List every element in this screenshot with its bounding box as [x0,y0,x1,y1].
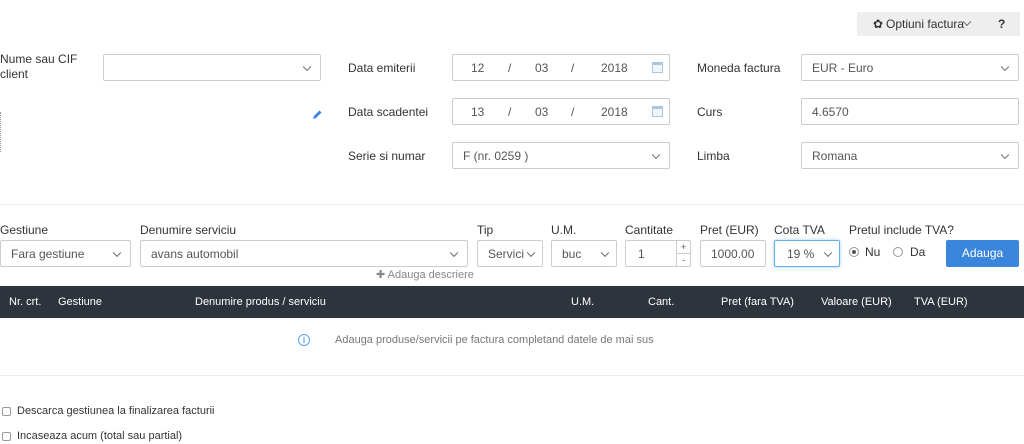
um-label: U.M. [551,223,577,237]
client-select[interactable] [103,54,321,81]
chevron-down-icon [302,62,312,71]
issue-date-input[interactable]: 12 / 03 / 2018 [452,54,670,81]
vat-included-label: Pretul include TVA? [849,223,954,237]
issue-month: 03 [535,60,549,75]
series-label: Serie si numar [348,149,426,163]
language-value: Romana [812,148,858,163]
unload-stock-label: Descarca gestiunea la finalizarea factur… [17,405,215,417]
language-label: Limba [697,149,730,163]
service-value: avans automobil [151,246,239,261]
col-vat: TVA (EUR) [914,296,968,308]
date-separator: / [508,104,512,119]
type-label: Tip [477,223,494,237]
collect-now-checkbox[interactable] [2,432,11,441]
col-price: Pret (fara TVA) [721,296,794,308]
rate-input[interactable]: 4.6570 [801,98,1019,125]
chevron-down-icon [112,248,122,257]
col-um: U.M. [571,296,595,308]
radio-dot [852,250,856,254]
price-input[interactable]: 1000.00 [700,240,766,267]
add-description-link[interactable]: ✚ Adauga descriere [376,268,474,281]
type-value: Servicii [488,246,524,261]
due-year: 2018 [601,104,628,119]
due-month: 03 [535,104,549,119]
unload-stock-checkbox[interactable] [2,407,11,416]
series-value: F (nr. 0259 ) [463,148,529,163]
stock-select[interactable]: Fara gestiune [0,240,131,267]
due-date-label: Data scadentei [348,105,429,119]
rate-label: Curs [697,105,723,119]
quantity-increment-button[interactable]: + [676,241,690,254]
col-nr: Nr. crt. [9,296,42,308]
stock-value: Fara gestiune [11,246,85,261]
date-separator: / [508,60,512,75]
service-select[interactable]: avans automobil [140,240,468,267]
date-separator: / [571,60,575,75]
vat-included-no-radio[interactable] [849,247,859,257]
price-label: Pret (EUR) [700,223,759,237]
vat-included-yes-label: Da [910,245,926,259]
stock-label: Gestiune [0,223,49,237]
chevron-down-icon [1000,150,1010,159]
question-icon: ? [998,17,1006,31]
add-line-label: Adauga [961,246,1004,260]
client-details-dots [0,112,3,152]
chevron-down-icon [449,248,459,257]
date-separator: / [571,104,575,119]
vat-included-no-label: Nu [865,245,881,259]
info-icon: i [298,334,310,346]
calendar-icon[interactable] [652,106,663,117]
type-select[interactable]: Servicii [477,240,543,267]
um-value: buc [562,246,582,261]
col-name: Denumire produs / serviciu [195,296,326,308]
vat-value: 19 % [787,246,815,261]
gear-icon: ✿ [873,17,884,31]
calendar-icon[interactable] [652,62,663,73]
section-divider [0,204,1024,205]
issue-date-label: Data emiterii [348,61,416,75]
edit-client-icon[interactable] [311,109,323,121]
help-button[interactable]: ? [983,12,1020,36]
service-label: Denumire serviciu [140,223,237,237]
currency-value: EUR - Euro [812,60,874,75]
add-description-label: Adauga descriere [387,269,474,281]
vat-included-yes-radio[interactable] [893,247,903,257]
chevron-down-icon [526,248,536,257]
quantity-stepper[interactable]: 1 + - [625,240,691,267]
issue-year: 2018 [601,60,628,75]
section-divider [0,375,1024,376]
add-line-button[interactable]: Adauga [946,240,1019,267]
price-value: 1000.00 [711,246,755,261]
quantity-label: Cantitate [625,223,674,237]
chevron-down-icon [1000,62,1010,71]
col-stock: Gestiune [58,296,103,308]
vat-select[interactable]: 19 % [774,240,840,267]
currency-label: Moneda factura [697,61,781,75]
language-select[interactable]: Romana [801,142,1019,169]
col-value: Valoare (EUR) [821,296,892,308]
vat-label: Cota TVA [774,223,825,237]
currency-select[interactable]: EUR - Euro [801,54,1019,81]
series-select[interactable]: F (nr. 0259 ) [452,142,670,169]
due-date-input[interactable]: 13 / 03 / 2018 [452,98,670,125]
plus-icon: ✚ [376,269,386,281]
chevron-down-icon [600,248,610,257]
quantity-decrement-button[interactable]: - [676,254,690,266]
invoice-options-button[interactable]: ✿ Optiuni factura [857,12,983,36]
invoice-options-label: Optiuni factura [886,17,965,31]
client-label: Nume sau CIF client [0,52,78,81]
rate-value: 4.6570 [812,104,849,119]
quantity-value: 1 [638,246,645,261]
um-select[interactable]: buc [551,240,617,267]
chevron-down-icon [823,248,833,257]
issue-day: 12 [471,60,485,75]
due-day: 13 [471,104,485,119]
empty-table-message: Adauga produse/servicii pe factura compl… [335,334,654,346]
chevron-down-icon [651,150,661,159]
collect-now-label: Incaseaza acum (total sau partial) [17,430,183,442]
col-qty: Cant. [648,296,675,308]
items-table-header: Nr. crt. Gestiune Denumire produs / serv… [0,286,1024,318]
